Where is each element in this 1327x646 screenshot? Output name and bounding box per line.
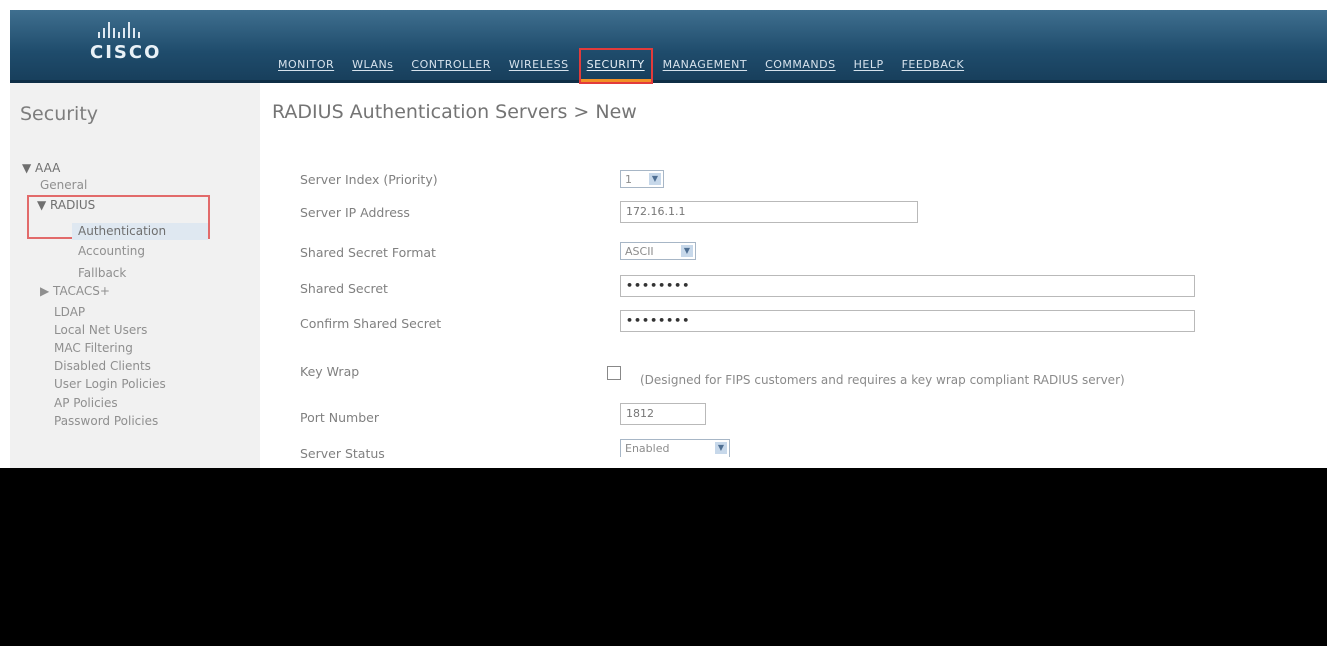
sidebar-item-ldap[interactable]: LDAP [54,305,85,319]
menu-controller[interactable]: CONTROLLER [405,50,496,82]
menu-help[interactable]: HELP [848,50,890,82]
confirm-secret-input[interactable]: •••••••• [620,310,1195,332]
menu-wireless[interactable]: WIRELESS [503,50,575,82]
confirm-secret-label: Confirm Shared Secret [300,316,442,331]
cisco-logo-bars-icon [90,18,190,38]
port-number-label: Port Number [300,410,379,425]
sidebar-item-local-net-users[interactable]: Local Net Users [54,323,147,337]
sidebar-item-accounting[interactable]: Accounting [78,244,145,258]
shared-secret-label: Shared Secret [300,281,388,296]
server-index-value: 1 [625,173,632,186]
server-status-value: Enabled [625,442,670,455]
cisco-logo: CISCO [90,18,190,78]
menu-commands[interactable]: COMMANDS [759,50,842,82]
page-title: RADIUS Authentication Servers > New [272,101,637,123]
dropdown-arrow-icon: ▼ [715,442,727,454]
key-wrap-checkbox[interactable] [607,366,621,380]
cisco-logo-text: CISCO [90,42,162,63]
sidebar-item-radius[interactable]: ▼ RADIUS [37,198,95,212]
key-wrap-label: Key Wrap [300,364,360,379]
server-index-label: Server Index (Priority) [300,172,438,187]
sidebar-item-ap-policies[interactable]: AP Policies [54,396,118,410]
server-index-select[interactable]: 1 ▼ [620,170,664,188]
sidebar-item-mac-filtering[interactable]: MAC Filtering [54,341,133,355]
menu-monitor[interactable]: MONITOR [272,50,340,82]
top-navigation-bar: CISCO MONITOR WLANs CONTROLLER WIRELESS … [10,10,1327,84]
sidebar-item-fallback[interactable]: Fallback [78,266,126,280]
sidebar-item-general[interactable]: General [40,178,87,192]
menu-management[interactable]: MANAGEMENT [657,50,753,82]
sidebar-item-authentication[interactable]: Authentication [78,224,166,238]
port-number-input[interactable]: 1812 [620,403,706,425]
server-ip-label: Server IP Address [300,205,410,220]
server-status-select[interactable]: Enabled ▼ [620,439,730,457]
sidebar-item-tacacs[interactable]: ▶ TACACS+ [40,284,110,298]
menu-feedback[interactable]: FEEDBACK [896,50,970,82]
sidebar: Security ▼ AAA General ▼ RADIUS Authenti… [10,83,260,468]
sidebar-item-password-policies[interactable]: Password Policies [54,414,158,428]
dropdown-arrow-icon: ▼ [681,245,693,257]
secret-format-value: ASCII [625,245,654,258]
server-status-label: Server Status [300,446,385,461]
sidebar-item-disabled-clients[interactable]: Disabled Clients [54,359,151,373]
key-wrap-note: (Designed for FIPS customers and require… [640,373,1125,387]
dropdown-arrow-icon: ▼ [649,173,661,185]
sidebar-item-user-login-policies[interactable]: User Login Policies [54,377,166,391]
menu-wlans[interactable]: WLANs [346,50,399,82]
sidebar-title: Security [20,103,99,125]
sidebar-item-aaa[interactable]: ▼ AAA [22,161,60,175]
main-menu: MONITOR WLANs CONTROLLER WIRELESS SECURI… [272,48,976,84]
secret-format-label: Shared Secret Format [300,245,436,260]
secret-format-select[interactable]: ASCII ▼ [620,242,696,260]
page: CISCO MONITOR WLANs CONTROLLER WIRELESS … [0,0,1327,468]
menu-security[interactable]: SECURITY [578,48,653,84]
shared-secret-input[interactable]: •••••••• [620,275,1195,297]
server-ip-input[interactable]: 172.16.1.1 [620,201,918,223]
